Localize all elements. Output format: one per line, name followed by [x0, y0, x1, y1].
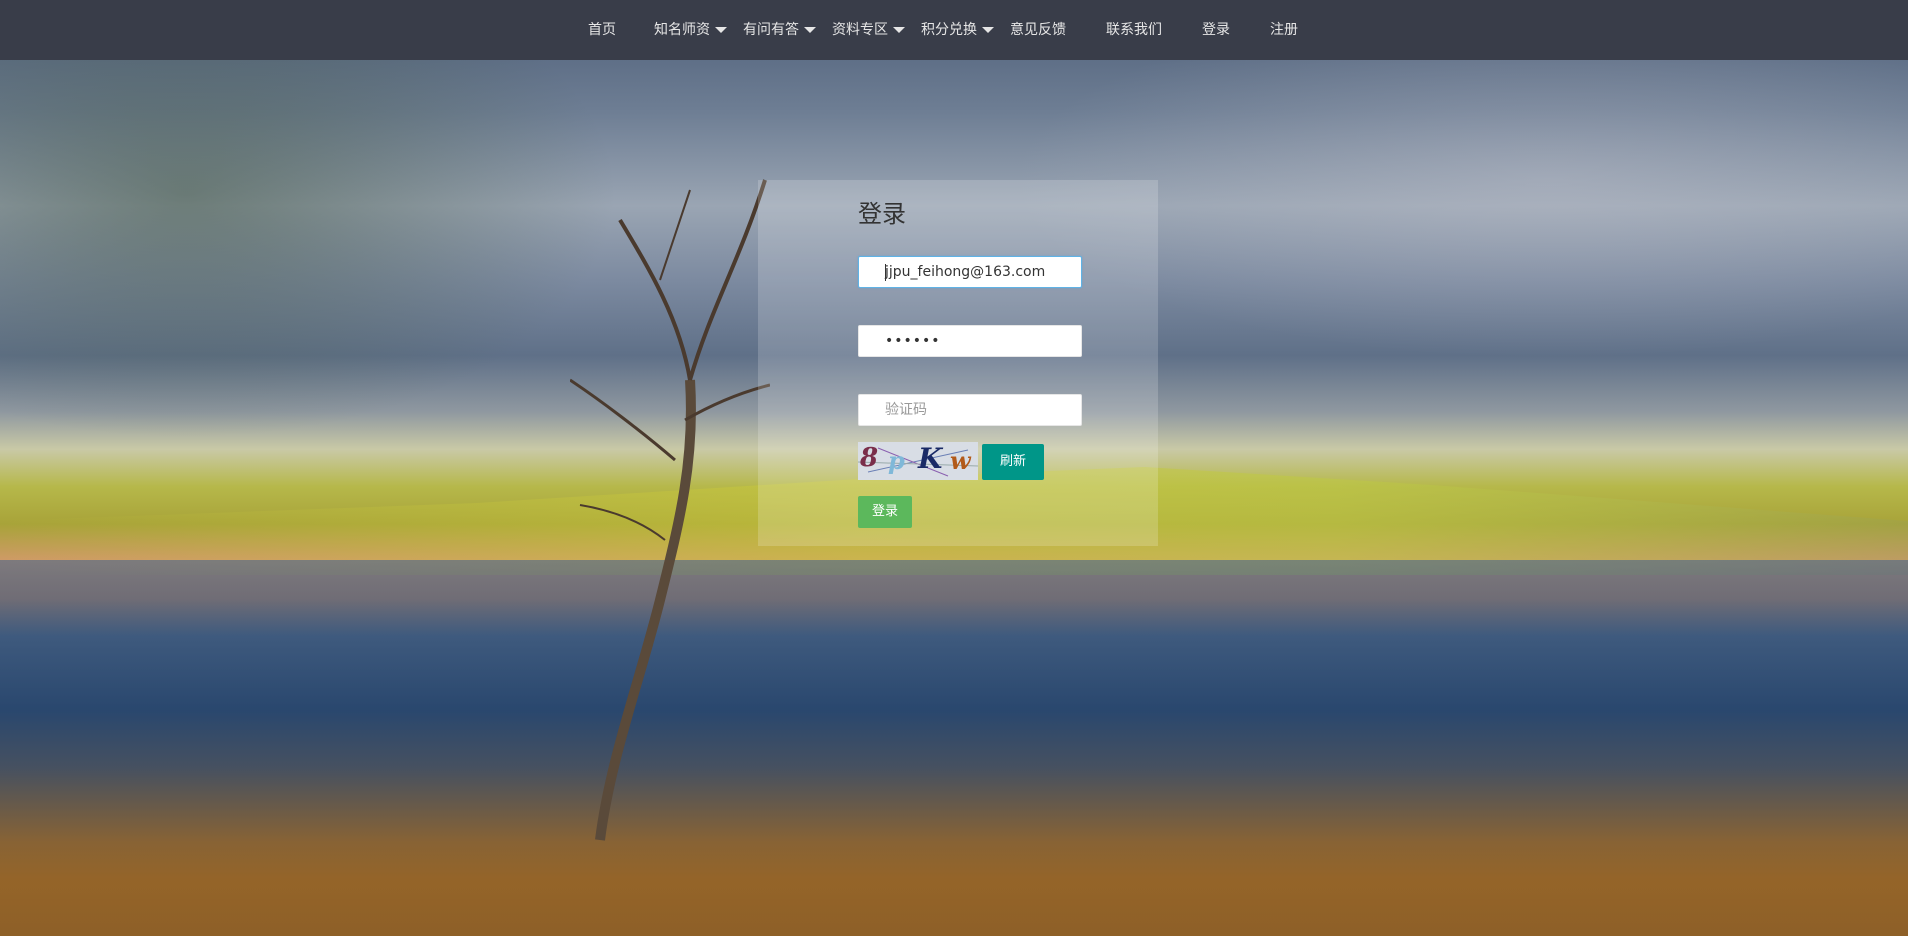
- page: 首页 知名师资 有问有答 资料专区 积分兑换 意见反馈 联系我们 登录 注册 登…: [0, 0, 1908, 936]
- nav-item-qa[interactable]: 有问有答: [743, 0, 816, 60]
- login-submit-button[interactable]: 登录: [858, 496, 912, 528]
- nav-item-teachers[interactable]: 知名师资: [654, 0, 727, 60]
- nav-item-points[interactable]: 积分兑换: [921, 0, 994, 60]
- nav-item-label: 资料专区: [832, 22, 888, 38]
- nav-item-label: 积分兑换: [921, 22, 977, 38]
- nav-item-label: 登录: [1202, 22, 1230, 38]
- nav-item-register[interactable]: 注册: [1270, 0, 1298, 60]
- background-lake: [0, 560, 1908, 936]
- captcha-input[interactable]: 验证码: [858, 394, 1082, 426]
- nav-item-feedback[interactable]: 意见反馈: [1010, 0, 1066, 60]
- password-value: ••••••: [885, 333, 941, 349]
- nav-item-label: 联系我们: [1106, 22, 1162, 38]
- top-navbar: 首页 知名师资 有问有答 资料专区 积分兑换 意见反馈 联系我们 登录 注册: [0, 0, 1908, 60]
- email-field[interactable]: jjpu_feihong@163.com: [858, 256, 1082, 288]
- nav-item-contact[interactable]: 联系我们: [1106, 0, 1162, 60]
- login-title: 登录: [858, 200, 906, 228]
- captcha-char: 8: [860, 443, 879, 473]
- captcha-char: K: [918, 442, 943, 475]
- text-cursor: [885, 264, 886, 281]
- chevron-down-icon: [893, 27, 905, 33]
- nav-item-label: 首页: [588, 22, 616, 38]
- chevron-down-icon: [982, 27, 994, 33]
- nav-item-login[interactable]: 登录: [1202, 0, 1230, 60]
- captcha-placeholder: 验证码: [885, 402, 927, 418]
- chevron-down-icon: [804, 27, 816, 33]
- login-form: 登录 jjpu_feihong@163.com •••••• 验证码 8 p K…: [758, 180, 1158, 546]
- background-bare-tree: [570, 179, 770, 841]
- email-value: jjpu_feihong@163.com: [885, 264, 1046, 280]
- nav-menu: 首页 知名师资 有问有答 资料专区 积分兑换 意见反馈 联系我们 登录 注册: [570, 0, 1298, 60]
- captcha-char: p: [888, 446, 905, 475]
- nav-item-resources[interactable]: 资料专区: [832, 0, 905, 60]
- nav-item-label: 知名师资: [654, 22, 710, 38]
- nav-item-home[interactable]: 首页: [588, 0, 616, 60]
- background-forest: [0, 60, 620, 440]
- chevron-down-icon: [715, 27, 727, 33]
- nav-item-label: 意见反馈: [1010, 22, 1066, 38]
- password-field[interactable]: ••••••: [858, 325, 1082, 357]
- refresh-captcha-button[interactable]: 刷新: [982, 444, 1044, 480]
- nav-item-label: 有问有答: [743, 22, 799, 38]
- captcha-image[interactable]: 8 p K w: [858, 442, 978, 480]
- captcha-char: w: [950, 446, 971, 475]
- nav-item-label: 注册: [1270, 22, 1298, 38]
